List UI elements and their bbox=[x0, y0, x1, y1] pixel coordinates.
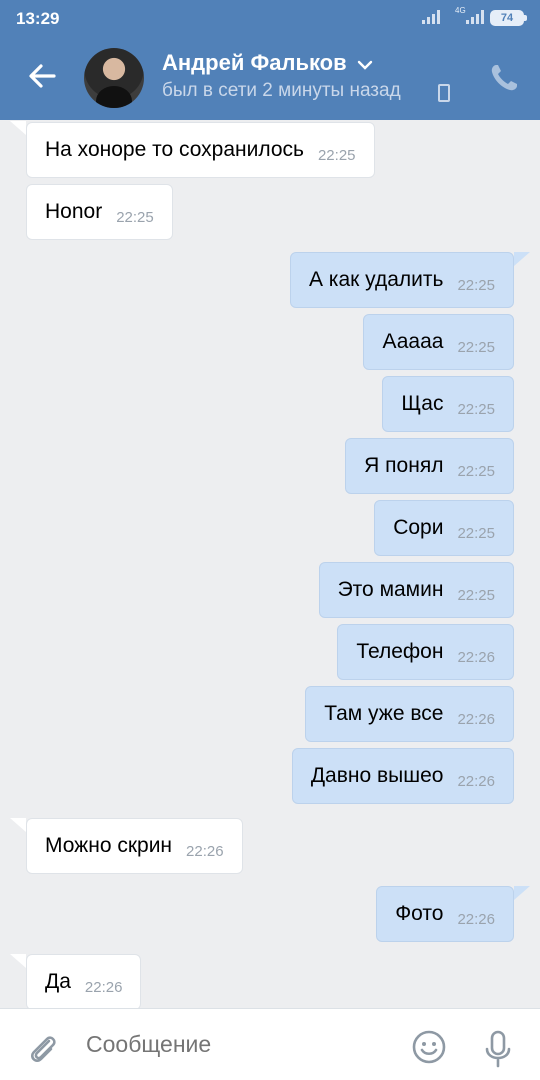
message-time: 22:25 bbox=[457, 524, 495, 542]
message-time: 22:25 bbox=[317, 146, 356, 164]
message-list[interactable]: На хоноре то сохранилось 22:25 Honor 22:25 А… bbox=[0, 120, 540, 1008]
paperclip-icon[interactable] bbox=[24, 1029, 60, 1065]
message-bubble-in[interactable]: Да 22:26 bbox=[26, 954, 142, 1008]
network-type: 4G bbox=[455, 6, 466, 15]
message-bubble-out[interactable]: Щас 22:25 bbox=[382, 376, 514, 432]
bubble-tail bbox=[514, 252, 530, 266]
message-text: Я понял bbox=[364, 454, 444, 477]
phone-call-icon[interactable] bbox=[488, 62, 520, 94]
message-text: Давно вышео bbox=[310, 764, 444, 787]
signal-icon-secondary bbox=[466, 10, 484, 24]
microphone-icon[interactable] bbox=[480, 1029, 516, 1069]
message-time: 22:26 bbox=[457, 910, 495, 928]
message-time: 22:26 bbox=[457, 710, 495, 728]
message-text: Сори bbox=[393, 516, 444, 539]
message-bubble-out[interactable]: Там уже все 22:26 bbox=[305, 686, 514, 742]
message-time: 22:26 bbox=[186, 842, 224, 860]
message-time: 22:26 bbox=[457, 772, 495, 790]
message-text: Можно скрин bbox=[45, 834, 173, 857]
back-arrow-icon[interactable] bbox=[24, 58, 60, 94]
message-text: Это мамин bbox=[337, 578, 444, 601]
chat-header: 13:29 4G 74 Андрей Фальков был в сети 2 … bbox=[0, 0, 540, 120]
contact-name[interactable]: Андрей Фальков bbox=[162, 50, 347, 76]
message-bubble-out[interactable]: Телефон 22:26 bbox=[337, 624, 514, 680]
signal-icon bbox=[422, 10, 440, 24]
message-time: 22:25 bbox=[116, 208, 154, 226]
message-bubble-out[interactable]: Я понял 22:25 bbox=[345, 438, 514, 494]
message-bubble-out[interactable]: А как удалить 22:25 bbox=[289, 252, 514, 308]
message-time: 22:25 bbox=[457, 462, 495, 480]
emoji-icon[interactable] bbox=[411, 1029, 447, 1065]
message-text: Ааааа bbox=[382, 330, 444, 353]
avatar[interactable] bbox=[84, 48, 144, 108]
message-time: 22:25 bbox=[457, 400, 495, 418]
message-time: 22:25 bbox=[457, 338, 495, 356]
status-time: 13:29 bbox=[16, 9, 60, 28]
mobile-phone-icon bbox=[438, 84, 450, 102]
message-time: 22:25 bbox=[457, 586, 495, 604]
status-bar: 13:29 4G 74 bbox=[0, 0, 540, 36]
message-time: 22:26 bbox=[84, 978, 123, 996]
message-bubble-out[interactable]: Это мамин 22:25 bbox=[318, 562, 514, 618]
message-bubble-in[interactable]: Можно скрин 22:26 bbox=[26, 818, 243, 874]
chevron-down-icon[interactable] bbox=[356, 58, 374, 72]
message-bubble-in[interactable]: Honor 22:25 bbox=[26, 184, 173, 240]
message-text: На хоноре то сохранилось bbox=[45, 138, 304, 161]
message-text: А как удалить bbox=[308, 268, 444, 291]
message-text: Телефон bbox=[356, 640, 444, 663]
message-bubble-out[interactable]: Ааааа 22:25 bbox=[363, 314, 514, 370]
message-text: Фото bbox=[395, 902, 444, 925]
bubble-tail bbox=[10, 818, 26, 832]
message-text: Там уже все bbox=[324, 702, 444, 725]
message-bubble-out[interactable]: Фото 22:26 bbox=[376, 886, 514, 942]
message-bubble-out[interactable]: Сори 22:25 bbox=[374, 500, 514, 556]
message-text: Щас bbox=[401, 392, 444, 415]
message-bubble-out[interactable]: Давно вышео 22:26 bbox=[291, 748, 514, 804]
message-text: Honor bbox=[45, 200, 103, 223]
battery-icon: 74 bbox=[490, 10, 527, 26]
composer bbox=[0, 1008, 540, 1080]
message-bubble-in[interactable]: На хоноре то сохранилось 22:25 bbox=[26, 122, 375, 178]
presence-status: был в сети 2 минуты назад bbox=[162, 80, 401, 101]
message-time: 22:26 bbox=[457, 648, 495, 666]
bubble-tail bbox=[514, 886, 530, 900]
message-input[interactable] bbox=[86, 1031, 386, 1058]
message-time: 22:25 bbox=[457, 276, 495, 294]
bubble-tail bbox=[10, 121, 26, 135]
bubble-tail bbox=[10, 954, 26, 968]
message-text: Да bbox=[45, 970, 71, 993]
